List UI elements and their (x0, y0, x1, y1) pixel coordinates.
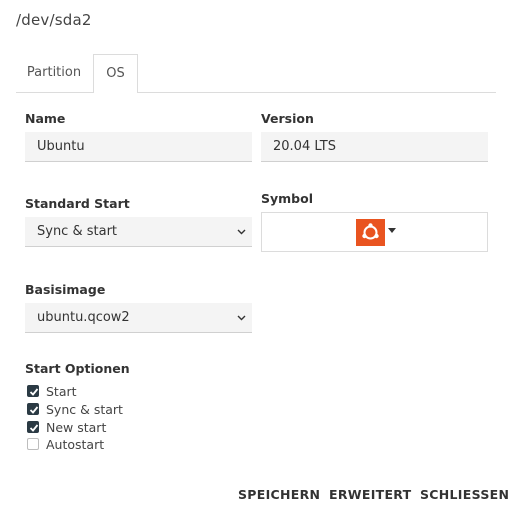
basisimage-label: Basisimage (25, 282, 106, 297)
checkbox-checked[interactable] (27, 385, 39, 397)
tab-os[interactable]: OS (93, 54, 138, 93)
name-input[interactable]: Ubuntu (25, 132, 252, 162)
chevron-down-icon (237, 217, 246, 247)
chevron-down-icon (237, 303, 246, 333)
dialog-title: /dev/sda2 (16, 11, 92, 29)
start-option-label: New start (46, 420, 107, 435)
standard-start-label: Standard Start (25, 196, 130, 211)
tab-partition[interactable]: Partition (16, 54, 92, 91)
save-button[interactable]: SPEICHERN (238, 487, 320, 502)
start-options-label: Start Optionen (25, 361, 130, 376)
name-label: Name (25, 111, 66, 126)
ubuntu-logo-icon (356, 219, 385, 246)
symbol-label: Symbol (261, 191, 313, 206)
checkbox-unchecked[interactable] (27, 438, 39, 450)
version-label: Version (261, 111, 314, 126)
start-option-label: Autostart (46, 437, 105, 452)
basisimage-value: ubuntu.qcow2 (37, 310, 130, 325)
checkbox-checked[interactable] (27, 403, 39, 415)
checkbox-checked[interactable] (27, 421, 39, 433)
tab-bar: Partition OS (16, 54, 496, 93)
advanced-button[interactable]: ERWEITERT (329, 487, 412, 502)
start-option-label: Sync & start (46, 402, 123, 417)
symbol-picker[interactable] (261, 212, 488, 252)
version-input[interactable]: 20.04 LTS (261, 132, 488, 162)
standard-start-select[interactable]: Sync & start (25, 217, 252, 247)
standard-start-value: Sync & start (37, 224, 118, 239)
basisimage-select[interactable]: ubuntu.qcow2 (25, 303, 252, 333)
close-button[interactable]: SCHLIESSEN (420, 487, 509, 502)
caret-down-icon (388, 225, 396, 236)
start-option-label: Start (46, 384, 77, 399)
